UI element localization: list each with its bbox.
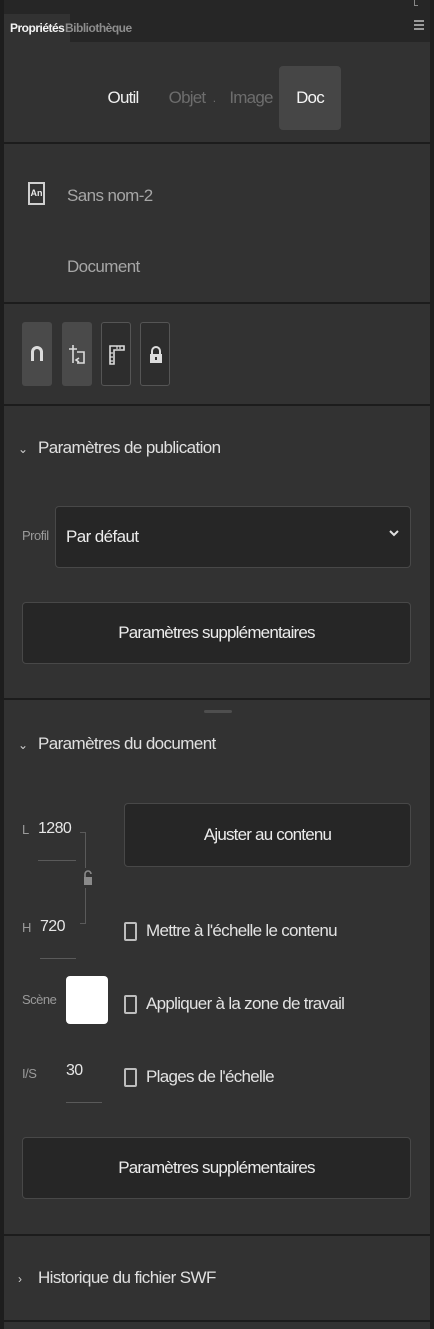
lock-guides-button[interactable] bbox=[140, 322, 170, 386]
scale-ranges-checkbox[interactable] bbox=[124, 1068, 137, 1087]
magnet-icon bbox=[31, 346, 43, 361]
chevron-right-icon: › bbox=[18, 1272, 22, 1286]
ruler-icon bbox=[109, 345, 125, 365]
tab-library[interactable]: Bibliothèque bbox=[59, 14, 138, 42]
document-more-settings-button[interactable]: Paramètres supplémentaires bbox=[22, 1137, 411, 1199]
publish-settings-header[interactable]: ⌄ Paramètres de publication bbox=[18, 438, 221, 458]
scale-ranges-label: Plages de l'échelle bbox=[146, 1067, 275, 1086]
fps-label: I/S bbox=[22, 1066, 37, 1081]
mode-tab-doc[interactable]: Doc bbox=[279, 66, 341, 130]
document-name: Sans nom-2 bbox=[67, 186, 153, 205]
height-label: H bbox=[22, 920, 31, 935]
document-type: Document bbox=[67, 257, 140, 276]
swf-history-title: Historique du fichier SWF bbox=[38, 1268, 216, 1287]
apply-workspace-checkbox[interactable] bbox=[124, 995, 137, 1014]
chevron-down-icon bbox=[389, 530, 399, 537]
document-settings-title: Paramètres du document bbox=[38, 734, 216, 753]
snap-to-objects-button[interactable] bbox=[22, 322, 52, 386]
chevron-down-icon: ⌄ bbox=[18, 442, 28, 456]
document-settings-section: ⌄ Paramètres du document L 1280 H 720 Aju… bbox=[4, 702, 430, 1236]
publish-more-settings-button[interactable]: Paramètres supplémentaires bbox=[22, 602, 411, 664]
snapping-toolbar bbox=[4, 306, 430, 406]
collapse-arrows-icon[interactable] bbox=[414, 0, 418, 6]
height-input-underline bbox=[40, 958, 76, 959]
chevron-down-icon: ⌄ bbox=[18, 738, 28, 752]
publish-settings-title: Paramètres de publication bbox=[38, 438, 221, 457]
snap-guides-icon bbox=[69, 345, 85, 364]
profile-label: Profil bbox=[22, 528, 49, 543]
link-bracket-top bbox=[80, 832, 86, 868]
panel-tab-bar: Propriétés Bibliothèque bbox=[4, 0, 430, 42]
width-input-underline bbox=[38, 860, 76, 861]
publish-settings-section: ⌄ Paramètres de publication Profil Par dé… bbox=[4, 408, 430, 700]
swf-history-section: › Historique du fichier SWF bbox=[4, 1238, 430, 1322]
fps-input[interactable]: 30 bbox=[66, 1062, 83, 1080]
lock-icon bbox=[150, 346, 162, 363]
mode-tab-tool[interactable]: Outil bbox=[98, 66, 148, 130]
mode-tab-object[interactable]: Objet bbox=[162, 66, 212, 130]
profile-select-value: Par défaut bbox=[66, 527, 139, 546]
width-label: L bbox=[22, 822, 29, 837]
snap-to-guides-button[interactable] bbox=[62, 322, 92, 386]
width-input[interactable]: 1280 bbox=[38, 820, 72, 838]
mode-tab-frame[interactable]: Image bbox=[222, 66, 280, 130]
scale-content-checkbox[interactable] bbox=[124, 922, 137, 941]
fps-input-underline bbox=[66, 1102, 102, 1103]
stage-label: Scène bbox=[22, 992, 57, 1007]
document-settings-header[interactable]: ⌄ Paramètres du document bbox=[18, 734, 216, 754]
swf-history-header[interactable]: › Historique du fichier SWF bbox=[18, 1268, 216, 1288]
fit-to-content-button[interactable]: Ajuster au contenu bbox=[124, 803, 411, 867]
apply-workspace-label: Appliquer à la zone de travail bbox=[146, 994, 345, 1013]
link-bracket-bottom bbox=[80, 888, 86, 924]
panel-menu-icon[interactable] bbox=[414, 20, 424, 32]
rulers-button[interactable] bbox=[101, 322, 131, 386]
stage-color-swatch[interactable] bbox=[66, 976, 108, 1024]
document-info: An Sans nom-2 Document bbox=[4, 146, 430, 304]
link-dimensions-icon[interactable] bbox=[82, 868, 94, 888]
animate-document-icon: An bbox=[28, 182, 45, 205]
scale-content-label: Mettre à l'échelle le contenu bbox=[146, 921, 338, 940]
mode-tab-separator: . bbox=[212, 91, 216, 105]
mode-tabs: Outil Objet . Image Doc bbox=[4, 42, 430, 144]
height-input[interactable]: 720 bbox=[40, 918, 66, 936]
properties-panel: Propriétés Bibliothèque Outil Objet . Im… bbox=[4, 0, 430, 1329]
profile-select[interactable]: Par défaut bbox=[55, 506, 411, 568]
